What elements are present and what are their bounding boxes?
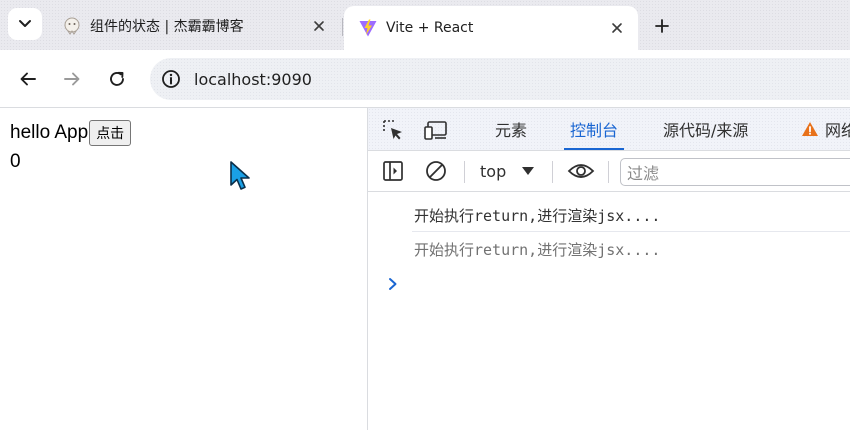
back-button[interactable]: [13, 64, 43, 94]
tab-blog[interactable]: 组件的状态 | 杰霸霸博客: [50, 6, 340, 46]
chevron-down-icon: [19, 20, 31, 27]
forward-button[interactable]: [57, 64, 87, 94]
tab-vite-react[interactable]: Vite + React: [344, 6, 638, 50]
tab-title: 组件的状态 | 杰霸霸博客: [90, 19, 244, 35]
mouse-cursor-icon: [230, 161, 250, 190]
context-selector[interactable]: top: [480, 159, 535, 183]
sidebar-toggle-icon[interactable]: [380, 158, 406, 184]
toolbar-divider: [552, 161, 553, 183]
live-expression-eye-icon[interactable]: [566, 158, 596, 184]
site-info-icon[interactable]: [158, 66, 184, 92]
devtools-tabbar: 元素 控制台 源代码/来源 网络: [368, 108, 850, 151]
tab-separator: [342, 18, 343, 36]
device-toolbar-icon[interactable]: [423, 117, 449, 143]
console-log-entry: 开始执行return,进行渲染jsx....: [368, 198, 850, 232]
app-header-line: hello App 点击: [10, 120, 132, 146]
tab-elements[interactable]: 元素: [495, 108, 527, 150]
reload-button[interactable]: [102, 64, 132, 94]
filter-placeholder: 过滤: [627, 164, 660, 183]
arrow-right-icon: [64, 72, 80, 86]
tab-strip: 组件的状态 | 杰霸霸博客 Vite + React: [0, 0, 850, 50]
tab-title: Vite + React: [386, 20, 474, 36]
inspect-element-icon[interactable]: [380, 117, 406, 143]
url-text: localhost:9090: [194, 69, 312, 89]
browser-toolbar: localhost:9090: [0, 50, 850, 108]
vite-logo-icon: [358, 18, 378, 38]
tab-network[interactable]: 网络: [801, 108, 850, 150]
tab-network-label: 网络: [825, 121, 850, 140]
click-button[interactable]: 点击: [89, 120, 132, 146]
warning-icon: [802, 122, 818, 136]
tab-sources[interactable]: 源代码/来源: [663, 108, 748, 150]
console-log-entry: 开始执行return,进行渲染jsx....: [414, 240, 661, 259]
arrow-left-icon: [20, 72, 36, 86]
close-tab-icon[interactable]: [606, 17, 628, 39]
caret-down-icon: [522, 167, 535, 175]
close-tab-icon[interactable]: [308, 15, 330, 37]
counter-value: 0: [10, 151, 21, 172]
console-toolbar: top 过滤: [368, 151, 850, 192]
tab-search-button[interactable]: [8, 8, 42, 40]
tab-console[interactable]: 控制台: [563, 108, 625, 150]
plus-icon: [655, 19, 669, 33]
context-value: top: [480, 161, 507, 181]
toolbar-divider: [608, 161, 609, 183]
console-prompt-chevron-icon[interactable]: [386, 274, 400, 294]
page-viewport: hello App 点击 0: [0, 108, 367, 430]
browser-window: 组件的状态 | 杰霸霸博客 Vite + React localhost:909…: [0, 0, 850, 430]
clear-console-icon[interactable]: [423, 158, 449, 184]
hello-text: hello App: [10, 122, 89, 143]
ghost-favicon-icon: [62, 16, 82, 36]
address-bar[interactable]: localhost:9090: [150, 58, 850, 100]
filter-input[interactable]: 过滤: [620, 158, 850, 186]
devtools-panel: 元素 控制台 源代码/来源 网络 top 过滤 开始执行return,进行渲染j…: [367, 108, 850, 430]
new-tab-button[interactable]: [648, 12, 676, 40]
toolbar-divider: [464, 161, 465, 183]
reload-icon: [110, 71, 124, 86]
